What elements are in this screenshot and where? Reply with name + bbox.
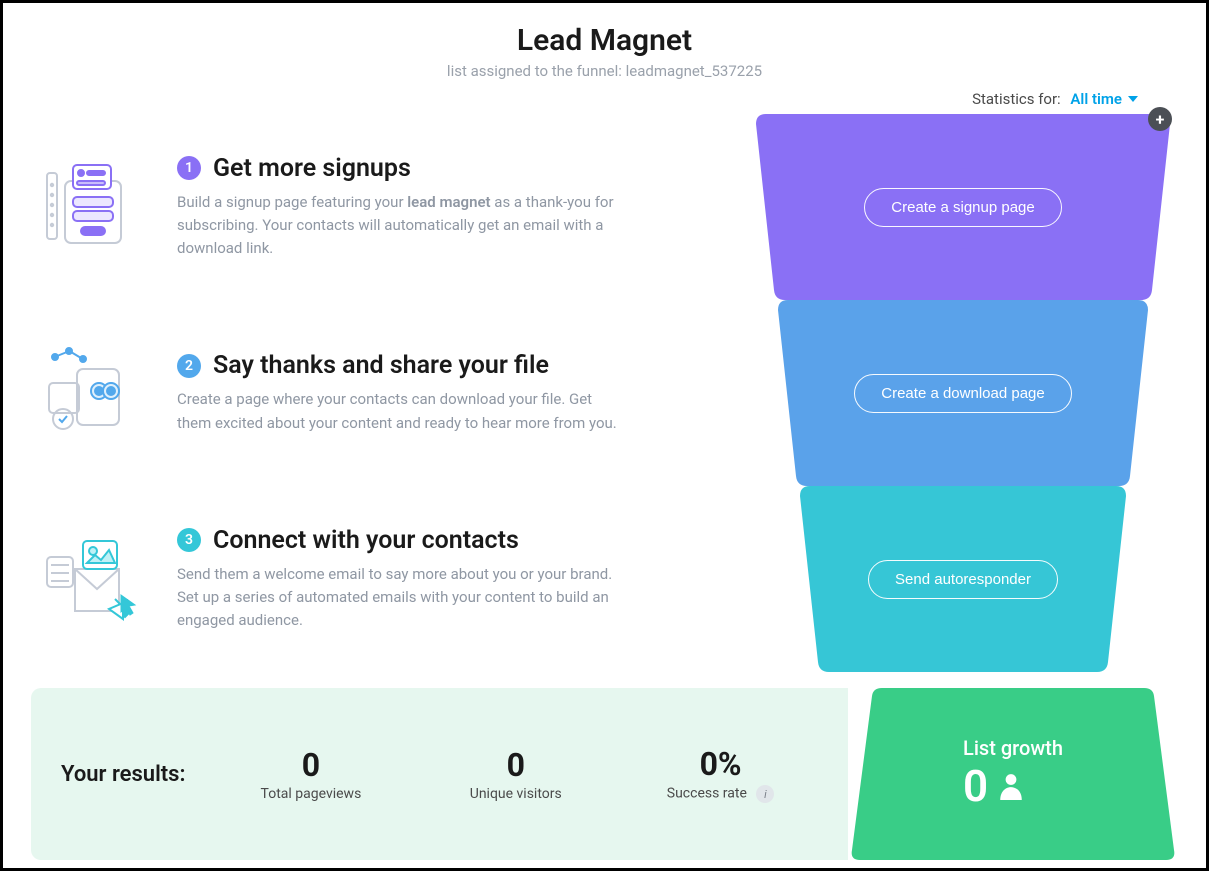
send-autoresponder-button[interactable]: Send autoresponder bbox=[868, 560, 1058, 599]
step-1-description: Build a signup page featuring your lead … bbox=[177, 191, 617, 261]
step-1-heading: 1 Get more signups bbox=[177, 154, 702, 183]
download-page-icon bbox=[31, 347, 151, 439]
metric-label: Success rate i bbox=[623, 785, 818, 803]
metric-label: Total pageviews bbox=[214, 786, 409, 802]
metric-value: 0% bbox=[623, 745, 818, 783]
step-3-description: Send them a welcome email to say more ab… bbox=[177, 563, 617, 633]
funnel-step-1: 1 Get more signups Build a signup page f… bbox=[31, 114, 1178, 300]
funnel-block-2: Create a download page bbox=[748, 300, 1178, 486]
list-growth-value: 0 bbox=[963, 760, 988, 812]
metric-success-rate: 0% Success rate i bbox=[623, 745, 818, 803]
step-2-description: Create a page where your contacts can do… bbox=[177, 388, 617, 435]
funnel-step-2: 2 Say thanks and share your file Create … bbox=[31, 300, 1178, 486]
statistics-filter: Statistics for: All time bbox=[31, 90, 1138, 108]
step-1-number-badge: 1 bbox=[177, 156, 201, 180]
metric-total-pageviews: 0 Total pageviews bbox=[214, 746, 409, 802]
signup-form-icon bbox=[31, 161, 151, 253]
results-metrics: Your results: 0 Total pageviews 0 Unique… bbox=[31, 688, 848, 860]
results-panel: Your results: 0 Total pageviews 0 Unique… bbox=[31, 688, 1178, 860]
statistics-range-value: All time bbox=[1070, 90, 1122, 108]
statistics-label: Statistics for: bbox=[972, 90, 1061, 108]
add-button[interactable]: + bbox=[1148, 107, 1172, 131]
person-icon bbox=[998, 772, 1024, 800]
results-title: Your results: bbox=[61, 762, 186, 787]
chevron-down-icon bbox=[1128, 96, 1138, 102]
funnel-steps: 1 Get more signups Build a signup page f… bbox=[31, 114, 1178, 672]
create-signup-page-button[interactable]: Create a signup page bbox=[864, 188, 1061, 227]
funnel-block-1: Create a signup page bbox=[748, 114, 1178, 300]
page-title: Lead Magnet bbox=[31, 23, 1178, 58]
list-growth-title: List growth bbox=[963, 736, 1063, 760]
statistics-range-dropdown[interactable]: All time bbox=[1070, 90, 1138, 108]
autoresponder-icon bbox=[31, 533, 151, 625]
metric-unique-visitors: 0 Unique visitors bbox=[418, 746, 613, 802]
funnel-block-3: Send autoresponder bbox=[748, 486, 1178, 672]
page-subtitle: list assigned to the funnel: leadmagnet_… bbox=[31, 62, 1178, 80]
step-3-number-badge: 3 bbox=[177, 528, 201, 552]
metric-value: 0 bbox=[418, 746, 613, 784]
step-3-title: Connect with your contacts bbox=[213, 526, 519, 555]
metric-value: 0 bbox=[214, 746, 409, 784]
funnel-step-3: 3 Connect with your contacts Send them a… bbox=[31, 486, 1178, 672]
metric-label: Unique visitors bbox=[418, 786, 613, 802]
step-3-heading: 3 Connect with your contacts bbox=[177, 526, 702, 555]
step-2-title: Say thanks and share your file bbox=[213, 351, 549, 380]
step-2-number-badge: 2 bbox=[177, 354, 201, 378]
page-header: Lead Magnet list assigned to the funnel:… bbox=[31, 23, 1178, 80]
info-icon[interactable]: i bbox=[756, 785, 774, 803]
step-1-title: Get more signups bbox=[213, 154, 411, 183]
create-download-page-button[interactable]: Create a download page bbox=[854, 374, 1071, 413]
step-2-heading: 2 Say thanks and share your file bbox=[177, 351, 702, 380]
list-growth-block: List growth 0 bbox=[848, 688, 1178, 860]
